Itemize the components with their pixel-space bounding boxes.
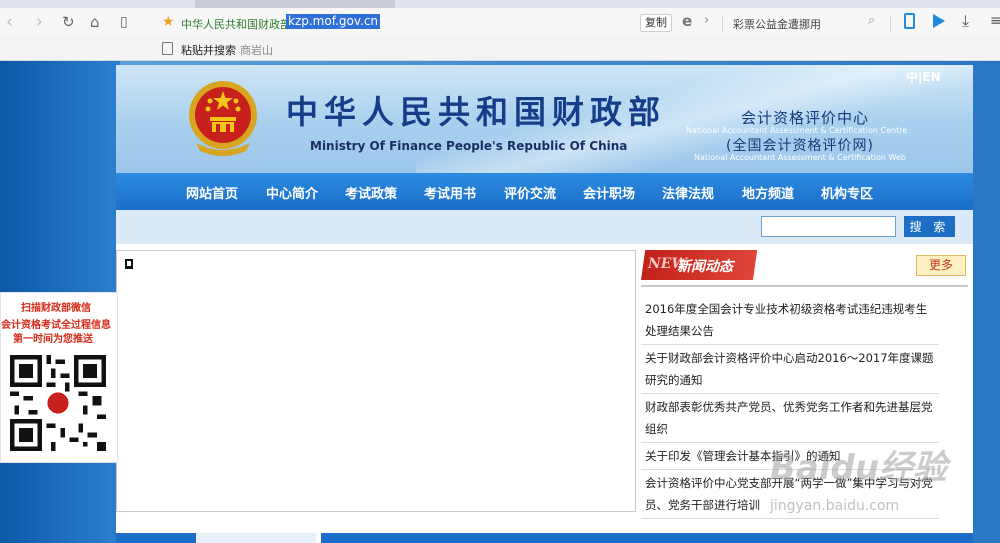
qr-code-icon <box>10 355 106 451</box>
search-icon[interactable]: ⌕ <box>868 13 875 28</box>
wechat-caption: 会计资格考试全过程信息 <box>1 320 111 331</box>
active-tab[interactable] <box>195 0 395 8</box>
play-icon[interactable] <box>933 14 945 28</box>
address-bar: ‹ › ↻ ⌂ ▯ ★ 中华人民共和国财政部 kzp.mof.gov.cn 复制… <box>0 8 1000 37</box>
search-input[interactable] <box>761 216 896 237</box>
nav-home[interactable]: 网站首页 <box>186 183 238 202</box>
home-icon[interactable]: ⌂ <box>90 12 100 32</box>
news-header: NEW 新闻动态 更多 <box>641 250 968 287</box>
national-emblem-icon <box>189 81 257 156</box>
divider <box>890 16 891 32</box>
ministry-title-en: Ministry Of Finance People's Republic Of… <box>310 139 628 153</box>
nav-laws[interactable]: 法律法规 <box>662 183 714 202</box>
download-icon[interactable]: ⤓ <box>962 11 969 31</box>
nav-local[interactable]: 地方频道 <box>742 183 794 202</box>
watermark-main: Baidu经验 <box>770 448 948 488</box>
section-headers-bottom <box>116 533 973 543</box>
url-field[interactable]: kzp.mof.gov.cn <box>286 14 381 29</box>
nav-exam-books[interactable]: 考试用书 <box>424 183 476 202</box>
star-icon[interactable]: ★ <box>162 14 175 30</box>
tab-strip <box>0 0 1000 8</box>
watermark-url: jingyan.baidu.com <box>770 498 900 514</box>
back-icon[interactable]: ‹ <box>6 12 13 32</box>
search-suggestion[interactable]: 彩票公益金遭挪用 <box>733 16 821 32</box>
site-title: 中华人民共和国财政部 <box>181 18 291 31</box>
center-network-title-en: National Accountant Assessment & Certifi… <box>694 153 906 162</box>
center-title-en: National Accountant Assessment & Certifi… <box>686 126 908 135</box>
nav-institutions[interactable]: 机构专区 <box>821 183 873 202</box>
section-header-left <box>116 533 316 543</box>
forward-icon[interactable]: › <box>36 12 43 32</box>
copy-button[interactable]: 复制 <box>640 14 672 32</box>
paste-search-button[interactable]: 粘贴并搜索 <box>181 42 236 58</box>
news-item[interactable]: 2016年度全国会计专业技术初级资格考试违纪违规考生处理结果公告 <box>641 296 939 345</box>
main-nav: 网站首页 中心简介 考试政策 考试用书 评价交流 会计职场 法律法规 地方频道 … <box>116 173 973 210</box>
clipboard-icon <box>162 42 173 55</box>
paste-query-text[interactable]: 商岩山 <box>240 42 273 58</box>
menu-icon[interactable]: ≡ <box>990 13 1000 29</box>
baidu-watermark: Baidu经验 jingyan.baidu.com <box>770 440 990 530</box>
phone-icon[interactable] <box>904 13 915 29</box>
bookmark-bar: 粘贴并搜索 商岩山 <box>0 37 1000 61</box>
news-section-title: 新闻动态 <box>677 259 733 275</box>
video-panel <box>116 250 636 512</box>
nav-workplace[interactable]: 会计职场 <box>583 183 635 202</box>
reload-icon[interactable]: ↻ <box>62 12 75 32</box>
wechat-caption: 第一时间为您推送 <box>13 334 93 345</box>
language-switch[interactable]: 中|EN <box>906 68 941 85</box>
wechat-float-panel[interactable]: 扫描财政部微信 会计资格考试全过程信息 第一时间为您推送 <box>0 292 118 463</box>
ie-mode-icon[interactable]: e <box>682 12 692 30</box>
nav-exchange[interactable]: 评价交流 <box>504 183 556 202</box>
nav-exam-policy[interactable]: 考试政策 <box>345 183 397 202</box>
news-item[interactable]: 财政部表彰优秀共产党员、优秀党务工作者和先进基层党组织 <box>641 394 939 443</box>
divider <box>722 16 723 32</box>
center-title: 会计资格评价中心 <box>741 109 870 127</box>
search-button[interactable]: 搜 索 <box>904 216 955 237</box>
search-strip: 搜 索 <box>116 210 973 244</box>
section-header-right <box>321 533 973 543</box>
video-placeholder-icon[interactable] <box>125 259 133 269</box>
wechat-caption: 扫描财政部微信 <box>21 303 91 314</box>
center-network-title: (全国会计资格评价网) <box>726 138 874 154</box>
reader-icon[interactable]: ▯ <box>120 12 128 32</box>
ministry-title: 中华人民共和国财政部 <box>286 93 667 131</box>
more-button[interactable]: 更多 <box>916 255 966 276</box>
nav-about[interactable]: 中心简介 <box>266 183 318 202</box>
site-banner: 中华人民共和国财政部 Ministry Of Finance People's … <box>116 65 973 173</box>
chevron-right-icon[interactable]: › <box>704 13 709 28</box>
news-item[interactable]: 关于财政部会计资格评价中心启动2016～2017年度课题研究的通知 <box>641 345 939 394</box>
